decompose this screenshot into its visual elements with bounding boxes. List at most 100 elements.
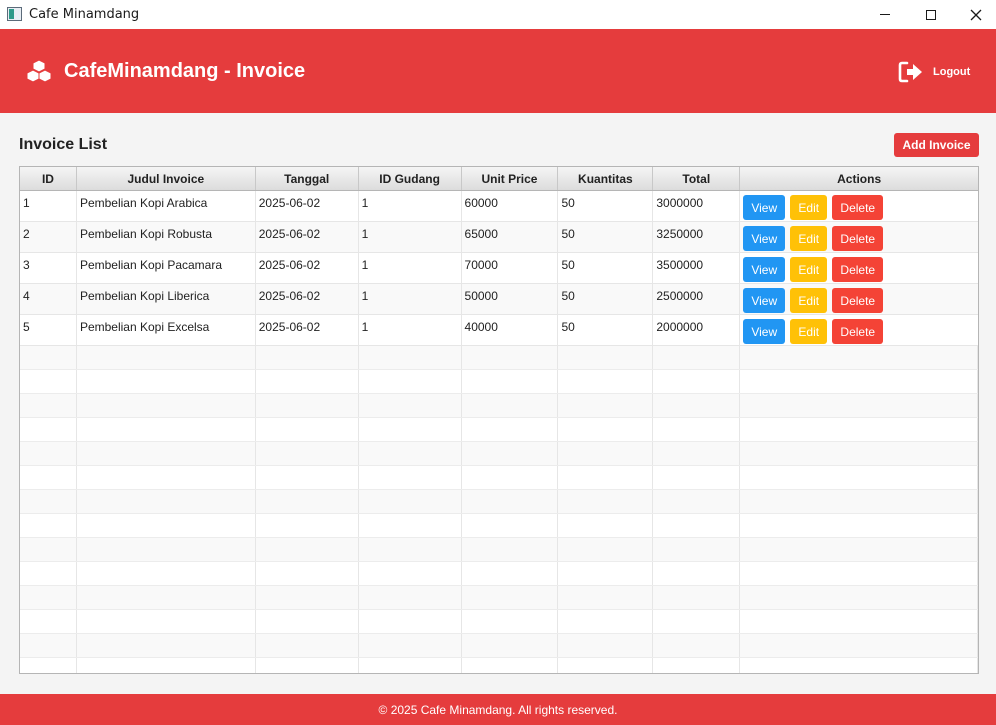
maximize-button[interactable] (908, 0, 954, 29)
empty-cell (256, 658, 359, 673)
table-row[interactable]: 5 Pembelian Kopi Excelsa 2025-06-02 1 40… (20, 315, 978, 346)
table-row[interactable]: 1 Pembelian Kopi Arabica 2025-06-02 1 60… (20, 191, 978, 222)
column-header-tanggal[interactable]: Tanggal (256, 167, 359, 190)
view-button[interactable]: View (743, 257, 786, 282)
empty-cell (77, 562, 256, 585)
empty-cell (20, 442, 77, 465)
empty-cell (653, 490, 741, 513)
empty-cell (653, 514, 741, 537)
delete-button[interactable]: Delete (832, 319, 884, 344)
view-button[interactable]: View (743, 319, 786, 344)
empty-cell (77, 394, 256, 417)
cell-actions: View Edit Delete (740, 253, 978, 283)
empty-cell (462, 418, 559, 441)
column-header-total[interactable]: Total (653, 167, 741, 190)
logout-button[interactable]: Logout (898, 58, 970, 86)
add-invoice-button[interactable]: Add Invoice (894, 133, 979, 157)
cell-id: 5 (20, 315, 77, 345)
cell-tanggal: 2025-06-02 (256, 315, 359, 345)
empty-cell (256, 394, 359, 417)
edit-button[interactable]: Edit (790, 226, 828, 251)
delete-button[interactable]: Delete (832, 226, 884, 251)
empty-cell (77, 586, 256, 609)
delete-button[interactable]: Delete (832, 195, 884, 220)
cell-kuantitas: 50 (558, 253, 654, 283)
empty-table-row (20, 370, 978, 394)
cell-tanggal: 2025-06-02 (256, 191, 359, 221)
empty-cell (256, 514, 359, 537)
empty-cell (740, 514, 978, 537)
table-row[interactable]: 2 Pembelian Kopi Robusta 2025-06-02 1 65… (20, 222, 978, 253)
empty-cell (653, 418, 741, 441)
empty-cell (77, 490, 256, 513)
empty-cell (462, 514, 559, 537)
column-header-judul-invoice[interactable]: Judul Invoice (77, 167, 256, 190)
column-header-actions[interactable]: Actions (740, 167, 978, 190)
empty-cell (558, 346, 654, 369)
empty-table-row (20, 418, 978, 442)
logout-label: Logout (933, 66, 971, 78)
empty-cell (558, 418, 654, 441)
cell-id: 3 (20, 253, 77, 283)
view-button[interactable]: View (743, 226, 786, 251)
cell-id-gudang: 1 (359, 253, 462, 283)
empty-cell (740, 346, 978, 369)
view-button[interactable]: View (743, 288, 786, 313)
edit-button[interactable]: Edit (790, 195, 828, 220)
column-header-kuantitas[interactable]: Kuantitas (558, 167, 654, 190)
table-row[interactable]: 3 Pembelian Kopi Pacamara 2025-06-02 1 7… (20, 253, 978, 284)
empty-cell (558, 538, 654, 561)
empty-cell (256, 442, 359, 465)
edit-button[interactable]: Edit (790, 257, 828, 282)
empty-cell (77, 658, 256, 673)
empty-cell (462, 490, 559, 513)
empty-cell (359, 514, 462, 537)
table-row[interactable]: 4 Pembelian Kopi Liberica 2025-06-02 1 5… (20, 284, 978, 315)
empty-cell (653, 370, 741, 393)
column-header-id[interactable]: ID (20, 167, 77, 190)
delete-button[interactable]: Delete (832, 288, 884, 313)
empty-cell (359, 466, 462, 489)
column-header-unit-price[interactable]: Unit Price (462, 167, 559, 190)
edit-button[interactable]: Edit (790, 288, 828, 313)
empty-cell (462, 586, 559, 609)
empty-cell (20, 514, 77, 537)
empty-cell (462, 466, 559, 489)
empty-cell (462, 346, 559, 369)
cell-total: 3000000 (653, 191, 741, 221)
empty-cell (558, 466, 654, 489)
empty-table-row (20, 634, 978, 658)
cell-actions: View Edit Delete (740, 315, 978, 345)
edit-button[interactable]: Edit (790, 319, 828, 344)
empty-table-row (20, 394, 978, 418)
empty-cell (740, 490, 978, 513)
empty-cell (20, 394, 77, 417)
empty-cell (653, 610, 741, 633)
empty-cell (359, 634, 462, 657)
cell-id-gudang: 1 (359, 315, 462, 345)
app-footer: © 2025 Cafe Minamdang. All rights reserv… (0, 694, 996, 725)
logout-icon (898, 61, 922, 83)
close-button[interactable] (953, 0, 996, 29)
empty-cell (558, 370, 654, 393)
empty-cell (359, 538, 462, 561)
minimize-button[interactable] (862, 0, 908, 29)
app-icon (7, 7, 22, 21)
column-header-id-gudang[interactable]: ID Gudang (359, 167, 462, 190)
empty-cell (20, 538, 77, 561)
delete-button[interactable]: Delete (832, 257, 884, 282)
empty-cell (20, 466, 77, 489)
empty-cell (256, 610, 359, 633)
empty-cell (462, 634, 559, 657)
empty-cell (359, 394, 462, 417)
empty-cell (653, 346, 741, 369)
empty-cell (653, 538, 741, 561)
empty-cell (77, 610, 256, 633)
cell-judul: Pembelian Kopi Pacamara (77, 253, 256, 283)
empty-cell (653, 394, 741, 417)
view-button[interactable]: View (743, 195, 786, 220)
empty-cell (558, 658, 654, 673)
cell-id-gudang: 1 (359, 191, 462, 221)
cell-id: 4 (20, 284, 77, 314)
cell-id: 1 (20, 191, 77, 221)
